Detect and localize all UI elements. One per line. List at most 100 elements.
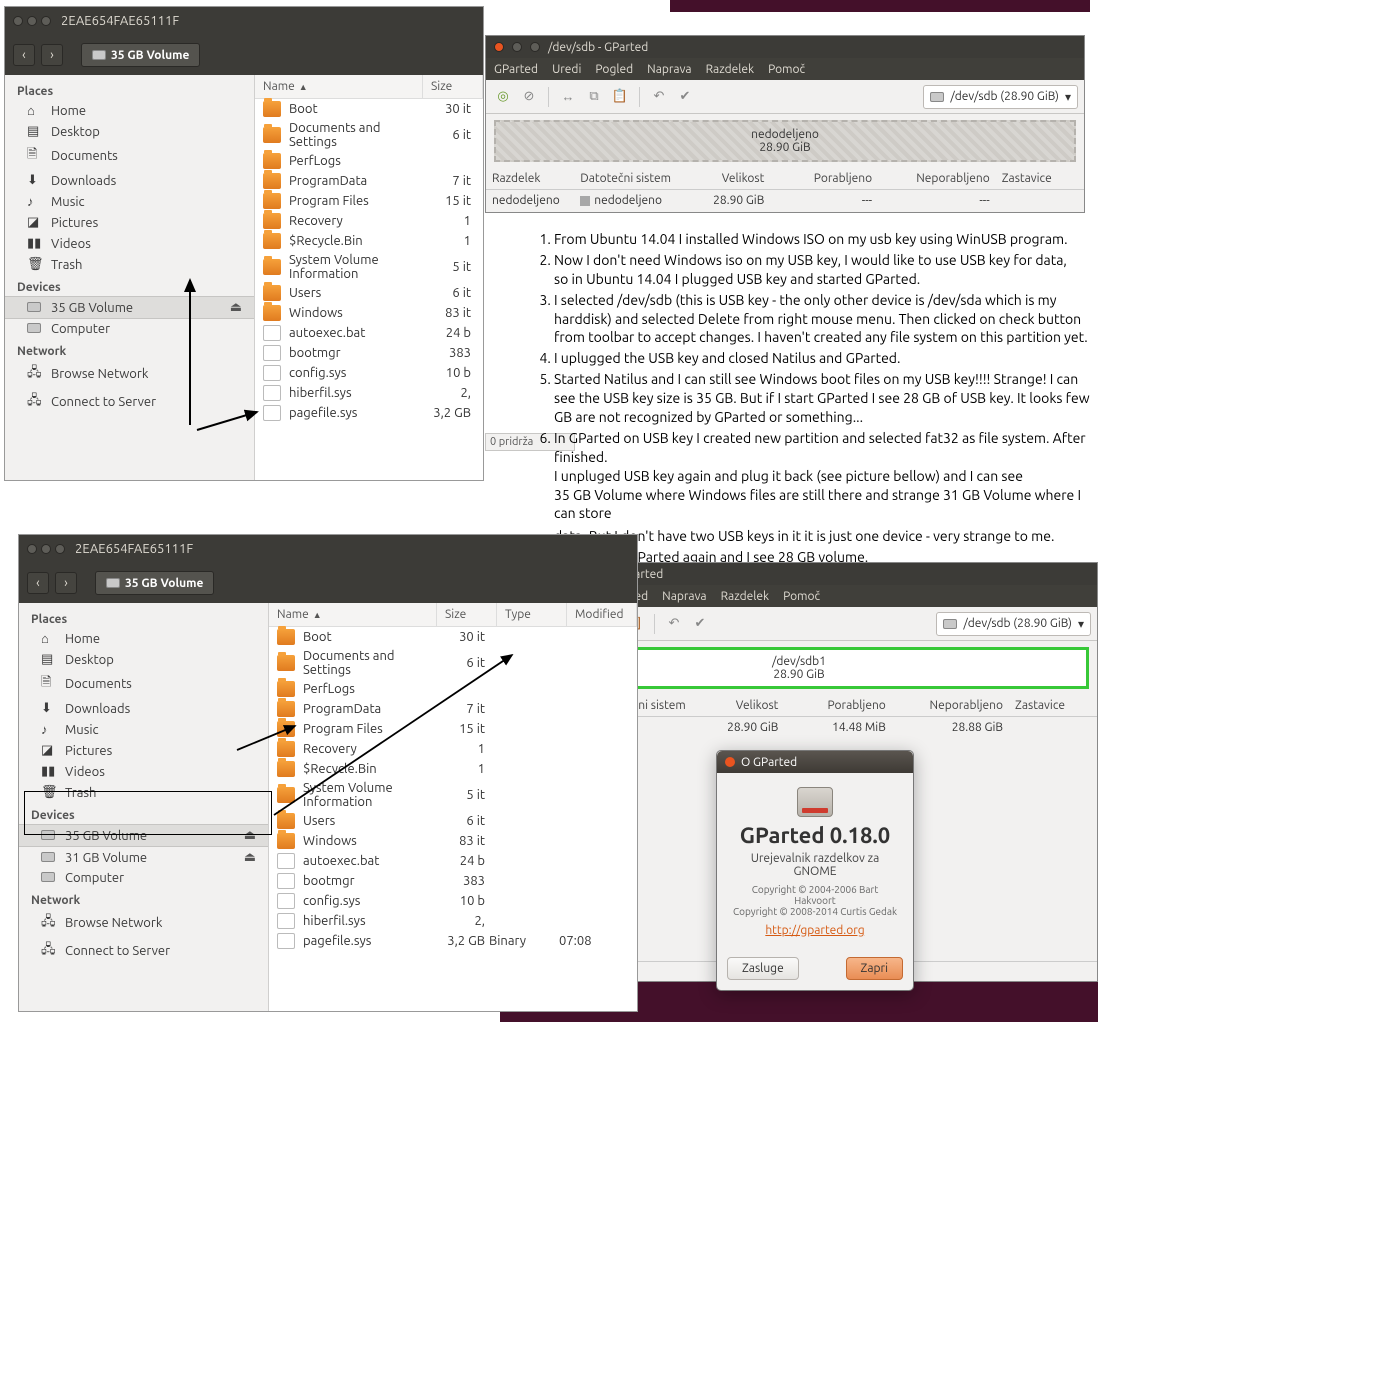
file-row[interactable]: autoexec.bat24 b (255, 323, 483, 343)
delete-button[interactable]: ⊘ (518, 86, 540, 108)
file-row[interactable]: Boot30 it (269, 627, 637, 647)
col-type[interactable]: Type (497, 603, 567, 626)
minimize-icon[interactable] (41, 544, 51, 554)
file-row[interactable]: pagefile.sys3,2 GB (255, 403, 483, 423)
file-row[interactable]: bootmgr383 (269, 871, 637, 891)
sidebar-item-documents[interactable]: 🗎Documents (19, 670, 268, 698)
file-row[interactable]: System Volume Information5 it (255, 251, 483, 283)
file-row[interactable]: pagefile.sys3,2 GBBinary07:08 (269, 931, 637, 951)
apply-button[interactable]: ✔ (674, 86, 696, 108)
undo-button[interactable]: ↶ (663, 613, 685, 635)
sidebar-item-31-gb-volume[interactable]: 31 GB Volume⏏ (19, 847, 268, 868)
menu-bar[interactable]: GPartedUrediPogledNapravaRazdelekPomoč (486, 58, 1084, 80)
col-filesystem[interactable]: Datotečni sistem (574, 168, 682, 189)
col-partition[interactable]: Razdelek (486, 168, 574, 189)
sidebar-item-documents[interactable]: 🗎Documents (5, 142, 254, 170)
sidebar-item-home[interactable]: ⌂Home (5, 100, 254, 121)
window-controls[interactable] (13, 16, 51, 26)
menu-naprava[interactable]: Naprava (647, 63, 691, 76)
minimize-icon[interactable] (512, 42, 522, 52)
file-row[interactable]: config.sys10 b (269, 891, 637, 911)
file-row[interactable]: $Recycle.Bin1 (255, 231, 483, 251)
col-size[interactable]: Velikost (682, 168, 770, 189)
maximize-icon[interactable] (55, 544, 65, 554)
close-icon[interactable] (27, 544, 37, 554)
copy-button[interactable]: ⧉ (583, 86, 605, 108)
forward-button[interactable]: › (41, 44, 63, 66)
sidebar-item-35-gb-volume[interactable]: 35 GB Volume⏏ (19, 824, 268, 847)
close-icon[interactable] (13, 16, 23, 26)
file-row[interactable]: hiberfil.sys2, (269, 911, 637, 931)
col-name[interactable]: Name (263, 80, 295, 93)
sidebar-item-videos[interactable]: ▮▮Videos (19, 761, 268, 782)
file-row[interactable]: Windows83 it (269, 831, 637, 851)
location-button[interactable]: 35 GB Volume (81, 43, 200, 67)
file-row[interactable]: ProgramData7 it (255, 171, 483, 191)
eject-icon[interactable]: ⏏ (244, 850, 256, 865)
partition-visual[interactable]: nedodeljeno 28.90 GiB (494, 120, 1076, 162)
sidebar-item-pictures[interactable]: ◪Pictures (5, 212, 254, 233)
back-button[interactable]: ‹ (27, 572, 49, 594)
sidebar-item-browse-network[interactable]: 🖧Browse Network (19, 909, 268, 937)
menu-pogled[interactable]: Pogled (595, 63, 633, 76)
menu-pomoč[interactable]: Pomoč (783, 590, 820, 603)
menu-gparted[interactable]: GParted (494, 63, 538, 76)
sidebar-item-trash[interactable]: 🗑Trash (19, 782, 268, 803)
col-modified[interactable]: Modified (567, 603, 637, 626)
menu-razdelek[interactable]: Razdelek (721, 590, 770, 603)
sidebar-item-computer[interactable]: Computer (19, 868, 268, 888)
sidebar-item-music[interactable]: ♪Music (5, 191, 254, 212)
file-row[interactable]: Windows83 it (255, 303, 483, 323)
device-selector[interactable]: /dev/sdb (28.90 GiB) ▾ (923, 85, 1078, 109)
sidebar-item-downloads[interactable]: ⬇Downloads (19, 698, 268, 719)
sidebar-item-desktop[interactable]: ▤Desktop (19, 649, 268, 670)
file-row[interactable]: Users6 it (255, 283, 483, 303)
sidebar-item-pictures[interactable]: ◪Pictures (19, 740, 268, 761)
sidebar-item-music[interactable]: ♪Music (19, 719, 268, 740)
sidebar-item-home[interactable]: ⌂Home (19, 628, 268, 649)
menu-razdelek[interactable]: Razdelek (706, 63, 755, 76)
file-list[interactable]: Name ▲ Size Boot30 itDocuments and Setti… (255, 75, 483, 480)
credits-button[interactable]: Zasluge (727, 957, 799, 980)
close-icon[interactable] (725, 757, 735, 767)
gparted-link[interactable]: http://gparted.org (765, 924, 864, 937)
file-row[interactable]: Documents and Settings6 it (255, 119, 483, 151)
file-row[interactable]: config.sys10 b (255, 363, 483, 383)
maximize-icon[interactable] (530, 42, 540, 52)
sidebar-item-trash[interactable]: 🗑Trash (5, 254, 254, 275)
file-row[interactable]: PerfLogs (255, 151, 483, 171)
col-size[interactable]: Size (437, 603, 497, 626)
col-unused[interactable]: Neporabljeno (878, 168, 996, 189)
file-row[interactable]: Recovery1 (255, 211, 483, 231)
apply-button[interactable]: ✔ (689, 613, 711, 635)
menu-naprava[interactable]: Naprava (662, 590, 706, 603)
forward-button[interactable]: › (55, 572, 77, 594)
new-partition-button[interactable]: ◎ (492, 86, 514, 108)
undo-button[interactable]: ↶ (648, 86, 670, 108)
file-row[interactable]: Boot30 it (255, 99, 483, 119)
sidebar-item-desktop[interactable]: ▤Desktop (5, 121, 254, 142)
col-size[interactable]: Size (423, 75, 483, 98)
location-button[interactable]: 35 GB Volume (95, 571, 214, 595)
paste-button[interactable]: 📋 (609, 86, 631, 108)
sidebar-item-downloads[interactable]: ⬇Downloads (5, 170, 254, 191)
resize-button[interactable]: ↔ (557, 86, 579, 108)
file-row[interactable]: bootmgr383 (255, 343, 483, 363)
close-button[interactable]: Zapri (846, 957, 903, 980)
col-name[interactable]: Name (277, 608, 309, 621)
minimize-icon[interactable] (27, 16, 37, 26)
back-button[interactable]: ‹ (13, 44, 35, 66)
menu-pomoč[interactable]: Pomoč (768, 63, 805, 76)
window-controls[interactable] (27, 544, 65, 554)
file-row[interactable]: hiberfil.sys2, (255, 383, 483, 403)
sidebar-item-connect-to-server[interactable]: 🖧Connect to Server (19, 937, 268, 965)
sidebar-item-videos[interactable]: ▮▮Videos (5, 233, 254, 254)
maximize-icon[interactable] (41, 16, 51, 26)
col-flags[interactable]: Zastavice (996, 168, 1084, 189)
eject-icon[interactable]: ⏏ (244, 828, 256, 843)
partition-row[interactable]: nedodeljeno nedodeljeno 28.90 GiB --- --… (486, 190, 1084, 211)
file-row[interactable]: Program Files15 it (255, 191, 483, 211)
file-row[interactable]: autoexec.bat24 b (269, 851, 637, 871)
col-used[interactable]: Porabljeno (770, 168, 878, 189)
device-selector[interactable]: /dev/sdb (28.90 GiB) ▾ (936, 612, 1091, 636)
